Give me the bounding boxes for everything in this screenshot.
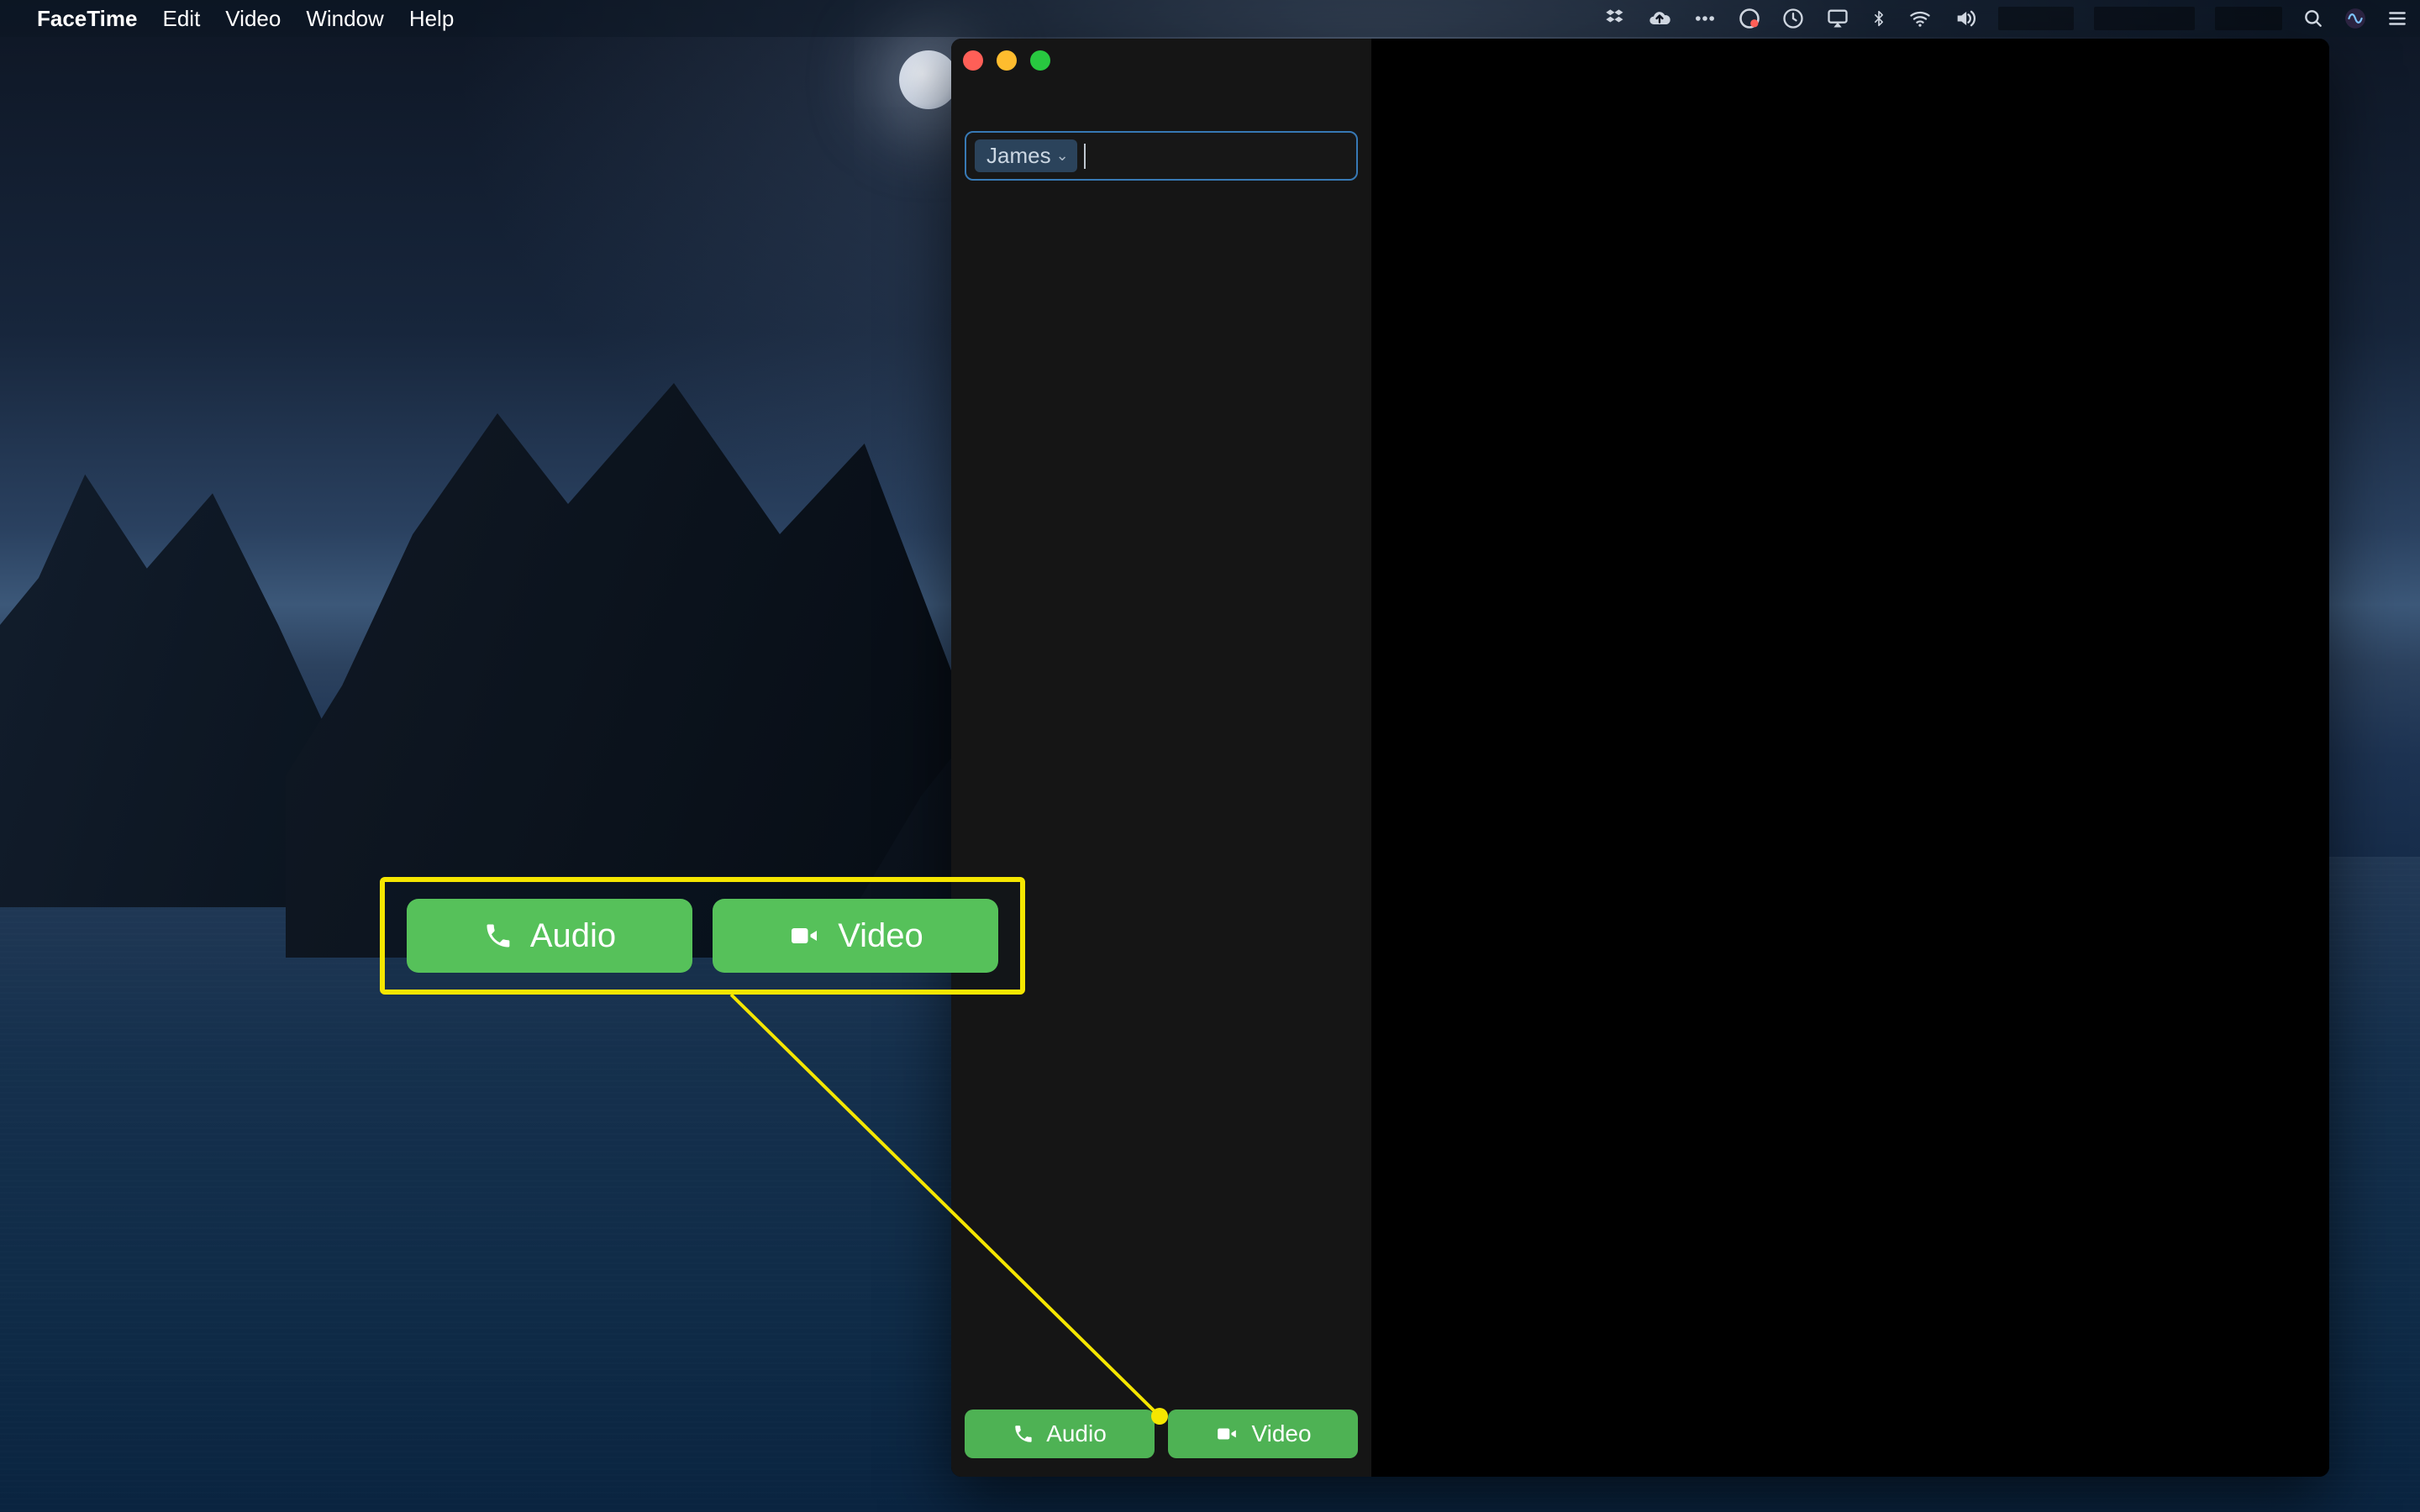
status-circle-icon[interactable] xyxy=(1738,7,1761,30)
text-cursor xyxy=(1084,144,1086,169)
siri-icon[interactable] xyxy=(2344,8,2366,29)
facetime-window: James ⌄ Audio Video xyxy=(951,39,2329,1477)
annotation-video-label: Video xyxy=(838,917,923,955)
phone-icon xyxy=(483,921,513,951)
notification-center-icon[interactable] xyxy=(2386,8,2408,29)
menubar-redacted xyxy=(2094,7,2195,30)
menu-help[interactable]: Help xyxy=(409,6,454,32)
menu-bar-status xyxy=(1603,7,2408,30)
minimize-button[interactable] xyxy=(997,50,1017,71)
audio-call-label: Audio xyxy=(1046,1420,1107,1447)
volume-icon[interactable] xyxy=(1953,7,1978,30)
audio-call-button[interactable]: Audio xyxy=(965,1410,1155,1458)
annotation-audio-label: Audio xyxy=(530,917,616,955)
window-controls xyxy=(963,50,1050,71)
recipient-token-label: James xyxy=(986,143,1051,169)
dropbox-icon[interactable] xyxy=(1603,7,1627,30)
close-button[interactable] xyxy=(963,50,983,71)
menu-bar: FaceTime Edit Video Window Help xyxy=(0,0,2420,37)
video-call-label: Video xyxy=(1251,1420,1311,1447)
facetime-video-area xyxy=(1371,39,2329,1477)
recipient-field[interactable]: James ⌄ xyxy=(965,131,1358,181)
menubar-redacted xyxy=(1998,7,2074,30)
menubar-redacted xyxy=(2215,7,2282,30)
annotation-audio-button[interactable]: Audio xyxy=(407,899,692,973)
spotlight-icon[interactable] xyxy=(2302,8,2324,29)
wifi-icon[interactable] xyxy=(1907,7,1933,30)
video-icon xyxy=(1214,1423,1239,1445)
app-menu[interactable]: FaceTime xyxy=(37,6,137,32)
video-icon xyxy=(787,921,821,951)
facetime-sidebar: James ⌄ Audio Video xyxy=(951,39,1371,1477)
video-call-button[interactable]: Video xyxy=(1168,1410,1358,1458)
annotation-leader-dot xyxy=(1151,1408,1168,1425)
recipient-token[interactable]: James ⌄ xyxy=(975,139,1077,172)
annotation-callout: Audio Video xyxy=(380,877,1025,995)
menu-video[interactable]: Video xyxy=(225,6,281,32)
cloud-upload-icon[interactable] xyxy=(1647,7,1672,30)
zoom-button[interactable] xyxy=(1030,50,1050,71)
more-icon[interactable] xyxy=(1692,7,1718,30)
chevron-down-icon[interactable]: ⌄ xyxy=(1056,147,1069,165)
bluetooth-icon[interactable] xyxy=(1870,7,1887,30)
airplay-icon[interactable] xyxy=(1825,7,1850,30)
time-machine-icon[interactable] xyxy=(1781,7,1805,30)
menu-edit[interactable]: Edit xyxy=(162,6,200,32)
annotation-video-button[interactable]: Video xyxy=(713,899,998,973)
menu-window[interactable]: Window xyxy=(306,6,383,32)
phone-icon xyxy=(1013,1423,1034,1445)
